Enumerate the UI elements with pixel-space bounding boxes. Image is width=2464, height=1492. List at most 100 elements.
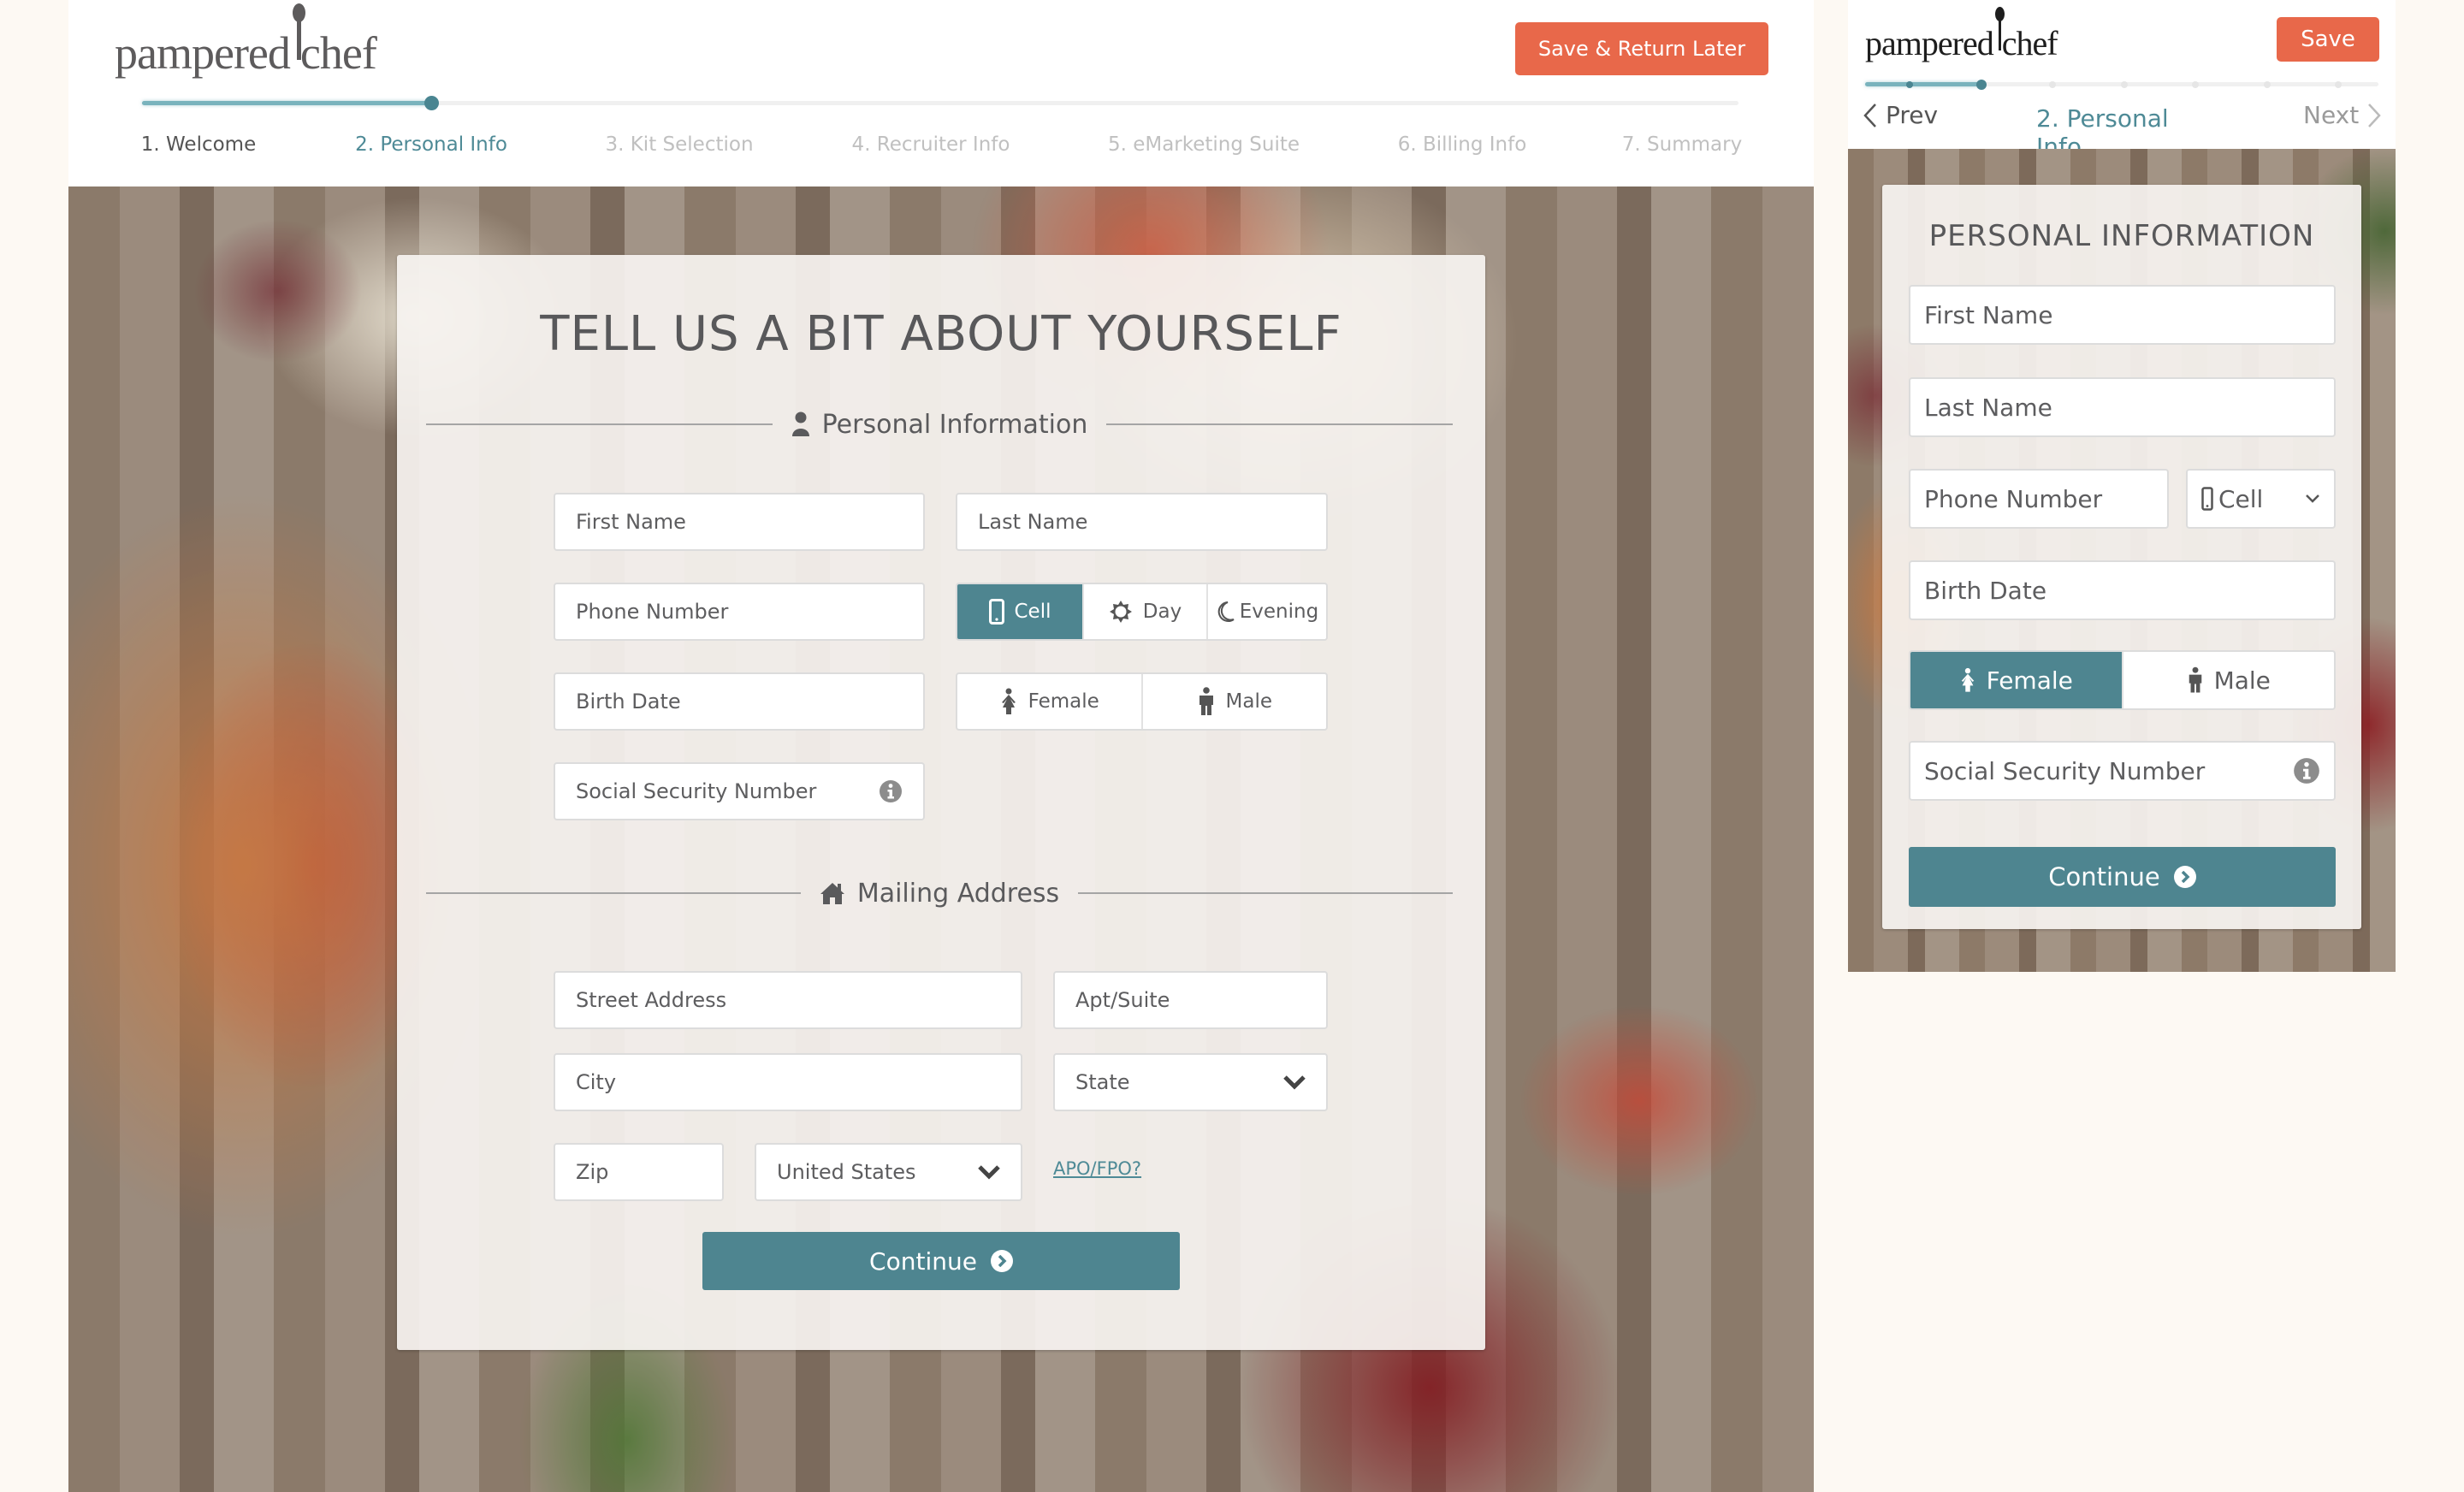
phone-number-input[interactable] [576, 600, 903, 624]
country-select-value: United States [777, 1160, 916, 1184]
desktop-progress-fill [142, 101, 431, 105]
mobile-phone-icon [988, 599, 1004, 625]
info-icon[interactable] [2293, 757, 2320, 784]
gender-toggle: Female Male [956, 672, 1328, 731]
mobile-gender-male[interactable]: Male [2121, 652, 2335, 708]
phone-type-evening[interactable]: Evening [1206, 584, 1326, 639]
mobile-birth-date-input[interactable] [1924, 576, 2320, 605]
mobile-progress-dot [2192, 80, 2199, 88]
city-input[interactable] [576, 1070, 1000, 1094]
mobile-form-title: PERSONAL INFORMATION [1928, 219, 2315, 253]
first-name-input[interactable] [576, 510, 903, 534]
divider-rule [426, 892, 801, 894]
chevron-circle-right-icon [990, 1250, 1013, 1272]
phone-type-day[interactable]: Day [1082, 584, 1206, 639]
first-name-field[interactable] [554, 493, 925, 551]
mobile-phone-number-field[interactable] [1909, 469, 2169, 529]
country-select[interactable]: United States [755, 1143, 1022, 1201]
mobile-save-button[interactable]: Save [2277, 17, 2379, 62]
phone-type-evening-label: Evening [1239, 601, 1319, 623]
step-recruiter-info: 4. Recruiter Info [851, 133, 1010, 156]
step-summary: 7. Summary [1621, 133, 1743, 156]
step-personal-info[interactable]: 2. Personal Info [355, 133, 507, 156]
apt-suite-input[interactable] [1075, 988, 1306, 1012]
female-icon [1961, 667, 1974, 692]
mobile-continue-button[interactable]: Continue [1909, 847, 2336, 907]
street-address-field[interactable] [554, 971, 1022, 1029]
phone-number-field[interactable] [554, 583, 925, 641]
mobile-phone-type-select[interactable]: Cell [2186, 469, 2336, 529]
mailing-address-divider: Mailing Address [426, 874, 1453, 912]
zip-input[interactable] [576, 1160, 702, 1184]
phone-type-toggle: Cell Day Evening [956, 583, 1328, 641]
mobile-prev-button[interactable]: Prev [1863, 101, 1938, 129]
mailing-address-heading: Mailing Address [856, 878, 1060, 909]
mobile-next-button[interactable]: Next [2303, 101, 2381, 129]
form-title: TELL US A BIT ABOUT YOURSELF [540, 306, 1342, 362]
mobile-gender-toggle: Female Male [1909, 650, 2336, 710]
logo-text-left: pampered [115, 27, 291, 79]
male-icon [1199, 687, 1213, 715]
continue-button[interactable]: Continue [702, 1232, 1180, 1290]
step-kit-selection: 3. Kit Selection [605, 133, 754, 156]
mobile-progress-dot [2120, 80, 2128, 88]
mobile-ssn-input[interactable] [1924, 756, 2293, 785]
street-address-input[interactable] [576, 988, 1000, 1012]
phone-type-cell-label: Cell [1014, 601, 1051, 623]
chevron-down-icon [978, 1165, 1000, 1180]
mobile-last-name-field[interactable] [1909, 377, 2336, 437]
last-name-field[interactable] [956, 493, 1328, 551]
ssn-input[interactable] [576, 779, 879, 803]
logo-text-left: pampered [1865, 24, 1994, 62]
gender-male-label: Male [1225, 690, 1272, 713]
gender-female[interactable]: Female [957, 674, 1141, 729]
info-icon[interactable] [879, 779, 903, 803]
gender-female-label: Female [1028, 690, 1099, 713]
mobile-gender-female[interactable]: Female [1910, 652, 2122, 708]
birth-date-input[interactable] [576, 690, 903, 713]
mobile-progress-dot [2335, 80, 2342, 88]
mobile-ssn-field[interactable] [1909, 741, 2336, 801]
apt-suite-field[interactable] [1053, 971, 1328, 1029]
step-emarketing-suite: 5. eMarketing Suite [1107, 133, 1300, 156]
phone-type-cell[interactable]: Cell [957, 584, 1082, 639]
phone-type-day-label: Day [1142, 601, 1182, 623]
sun-icon [1109, 601, 1132, 623]
last-name-input[interactable] [978, 510, 1306, 534]
apo-fpo-link[interactable]: APO/FPO? [1053, 1158, 1141, 1179]
zip-field[interactable] [554, 1143, 724, 1201]
spoon-icon [1993, 7, 2005, 55]
save-and-return-later-button[interactable]: Save & Return Later [1515, 22, 1768, 75]
mobile-phone-icon [2201, 487, 2213, 511]
spoon-icon [290, 3, 305, 68]
ssn-field[interactable] [554, 762, 925, 820]
prev-label: Prev [1886, 101, 1939, 129]
mobile-logo[interactable]: pampered chef [1865, 7, 2058, 66]
step-welcome[interactable]: 1. Welcome [141, 133, 256, 156]
state-select[interactable]: State [1053, 1053, 1328, 1111]
divider-rule [426, 423, 773, 425]
personal-information-heading: Personal Information [821, 409, 1088, 440]
chevron-down-icon [2306, 494, 2319, 503]
mobile-progress-dot [1975, 79, 1987, 90]
female-icon [1001, 688, 1016, 714]
mobile-progress-dot [2263, 80, 2271, 88]
mobile-last-name-input[interactable] [1924, 393, 2320, 422]
birth-date-field[interactable] [554, 672, 925, 731]
mobile-progress-dot [1906, 80, 1913, 88]
chevron-right-icon [2368, 103, 2381, 127]
mobile-first-name-input[interactable] [1924, 300, 2320, 329]
mobile-first-name-field[interactable] [1909, 285, 2336, 345]
divider-rule [1078, 892, 1453, 894]
gender-male[interactable]: Male [1140, 674, 1327, 729]
desktop-logo[interactable]: pampered chef [115, 3, 377, 83]
city-field[interactable] [554, 1053, 1022, 1111]
mobile-phone-number-input[interactable] [1924, 484, 2153, 513]
next-label: Next [2303, 101, 2360, 129]
home-icon [820, 883, 844, 904]
mobile-progress-fill [1865, 82, 1981, 86]
male-icon [2189, 666, 2201, 693]
moon-icon [1217, 601, 1235, 622]
state-select-value: State [1075, 1070, 1130, 1094]
mobile-birth-date-field[interactable] [1909, 560, 2336, 620]
